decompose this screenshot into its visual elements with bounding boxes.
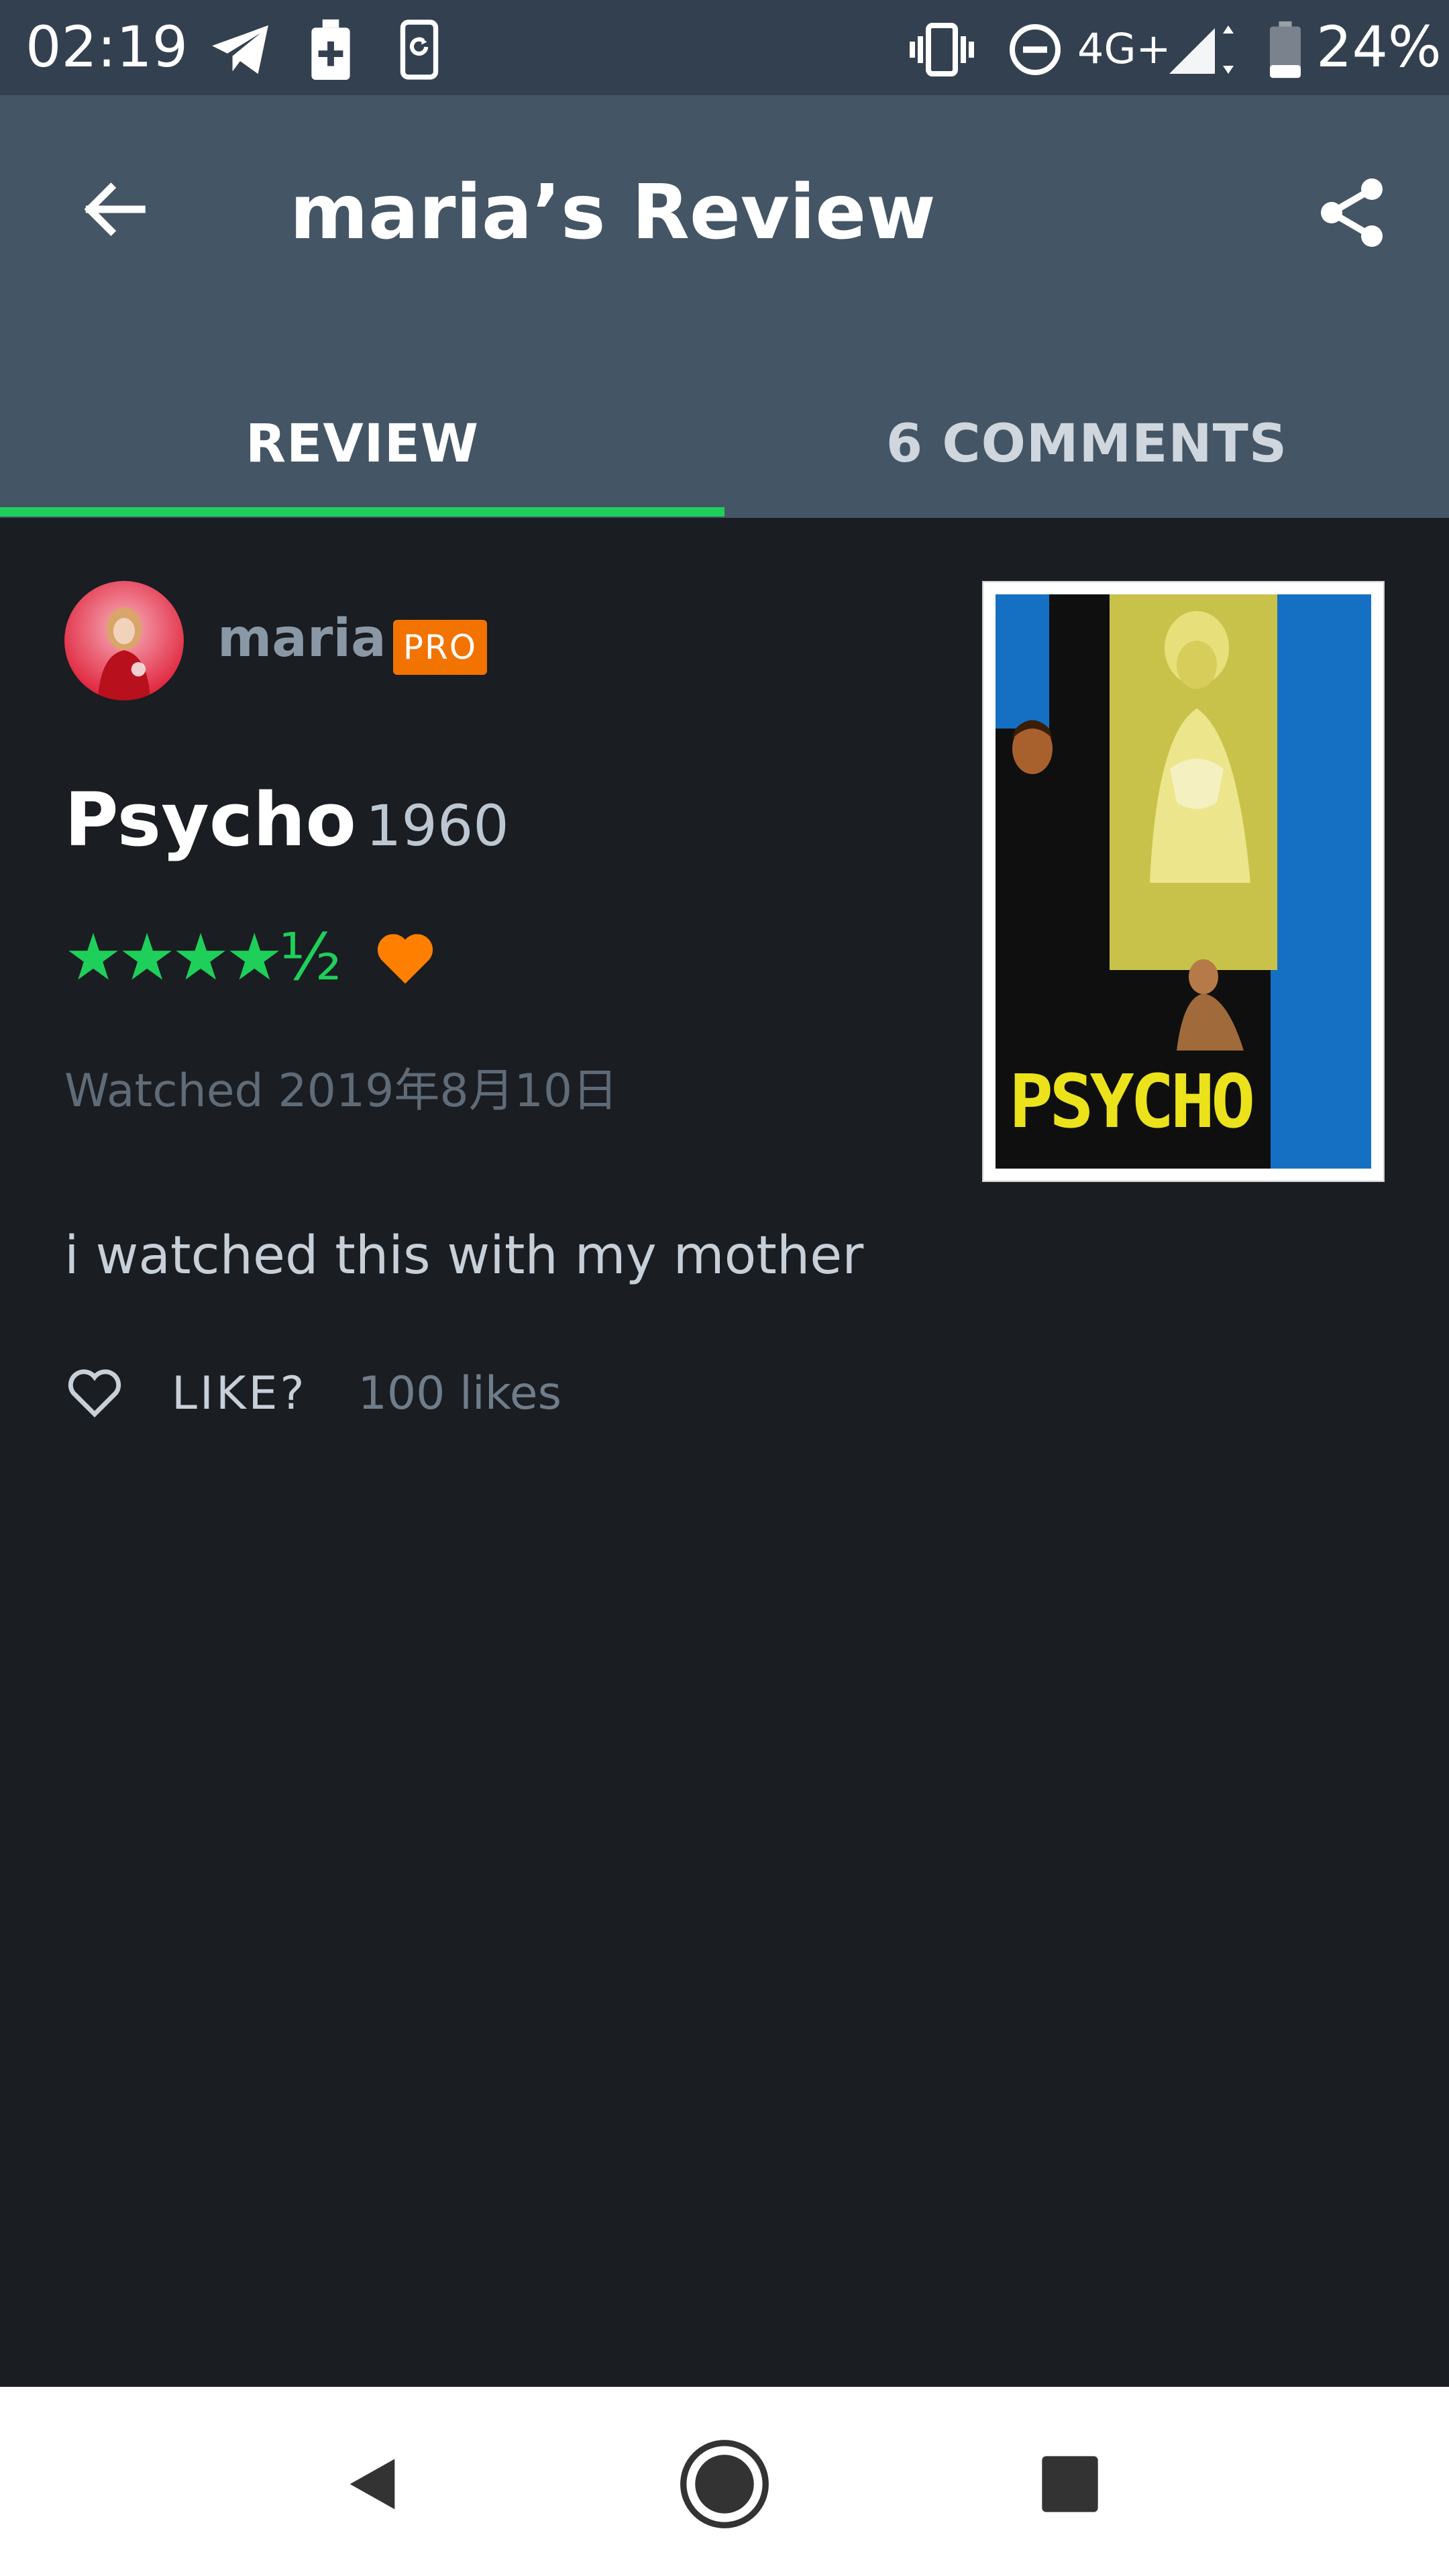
nav-recents-button[interactable] bbox=[1020, 2434, 1120, 2534]
status-bar: 02:19 4G+ 24% bbox=[0, 0, 1449, 95]
poster-artwork: PSYCHO bbox=[996, 594, 1371, 1169]
film-title[interactable]: Psycho 1960 bbox=[64, 773, 509, 873]
like-button[interactable]: LIKE? bbox=[172, 1367, 307, 1420]
tab-review[interactable]: REVIEW bbox=[0, 370, 724, 518]
watched-date: Watched 2019年8月10日 bbox=[64, 1065, 619, 1118]
network-type: 4G+ bbox=[1077, 24, 1171, 73]
vibrate-icon bbox=[908, 19, 975, 80]
avatar[interactable] bbox=[64, 581, 184, 700]
username[interactable]: maria bbox=[217, 605, 386, 672]
signal-icon bbox=[1165, 19, 1238, 80]
rating-row: ★★★★½ bbox=[64, 920, 435, 994]
active-tab-indicator bbox=[0, 507, 724, 517]
poster-figure bbox=[1150, 611, 1250, 883]
do-not-disturb-icon bbox=[1005, 19, 1065, 80]
poster-title: PSYCHO bbox=[1009, 1059, 1255, 1144]
poster-man-figure bbox=[1177, 959, 1244, 1051]
share-icon bbox=[1321, 178, 1383, 247]
arrow-left-icon bbox=[84, 182, 146, 236]
app-bar: maria’s Review REVIEW 6 COMMENTS bbox=[0, 95, 1449, 518]
star-rating: ★★★★½ bbox=[64, 920, 341, 995]
system-nav-bar bbox=[0, 2387, 1449, 2576]
nav-home-button[interactable] bbox=[674, 2434, 775, 2534]
poster-man-face bbox=[1012, 720, 1053, 774]
nav-recents-icon bbox=[1042, 2456, 1098, 2512]
status-time: 02:19 bbox=[25, 14, 189, 80]
back-button[interactable] bbox=[67, 162, 161, 256]
film-year: 1960 bbox=[365, 793, 509, 859]
film-title-text: Psycho bbox=[64, 777, 356, 863]
pro-badge: PRO bbox=[393, 620, 487, 675]
battery-percent: 24% bbox=[1316, 14, 1442, 80]
like-row: LIKE? 100 likes bbox=[64, 1356, 561, 1430]
like-heart-icon[interactable] bbox=[64, 1363, 125, 1424]
liked-heart-icon bbox=[375, 930, 435, 984]
battery-saver-icon bbox=[307, 19, 354, 80]
likes-count[interactable]: 100 likes bbox=[358, 1367, 561, 1420]
nav-home-icon bbox=[680, 2440, 769, 2528]
share-button[interactable] bbox=[1301, 162, 1402, 263]
telegram-icon bbox=[208, 19, 272, 80]
tab-comments[interactable]: 6 COMMENTS bbox=[724, 370, 1449, 518]
page-title: maria’s Review bbox=[290, 169, 936, 256]
battery-icon bbox=[1267, 19, 1304, 80]
screen-rotate-icon bbox=[396, 19, 443, 80]
film-poster[interactable]: PSYCHO bbox=[982, 581, 1385, 1182]
nav-back-icon bbox=[350, 2459, 395, 2510]
nav-back-button[interactable] bbox=[322, 2434, 423, 2534]
review-text: i watched this with my mother bbox=[64, 1226, 864, 1286]
review-content: maria PRO Psycho 1960 ★★★★½ Watched 2019年… bbox=[0, 518, 1449, 2387]
